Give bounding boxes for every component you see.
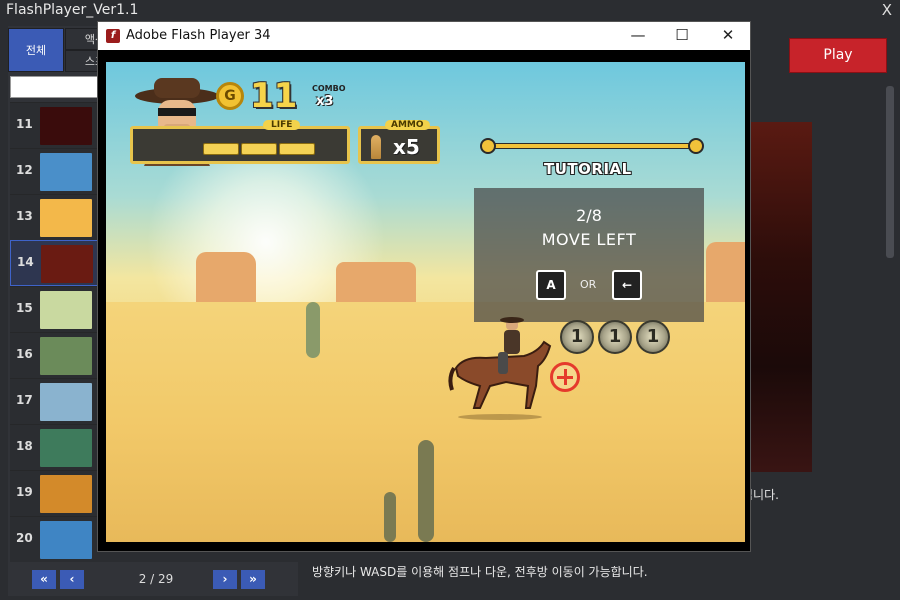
- detail-scrollbar[interactable]: [886, 86, 894, 258]
- list-item-number: 13: [16, 209, 33, 223]
- list-item-number: 18: [16, 439, 33, 453]
- tutorial-progress-end-knob: [688, 138, 704, 154]
- coin-count: 11: [250, 76, 298, 116]
- first-page-button[interactable]: «: [32, 570, 56, 589]
- mesa-rock: [196, 252, 256, 306]
- target-coin[interactable]: 1: [636, 320, 670, 354]
- next-page-button[interactable]: ›: [213, 570, 237, 589]
- tutorial-progress-start-knob: [480, 138, 496, 154]
- list-item-number: 14: [17, 255, 34, 269]
- cactus: [384, 492, 396, 542]
- life-label: LIFE: [263, 120, 301, 130]
- crosshair-icon: [550, 362, 580, 392]
- ammo-count: x5: [393, 135, 420, 159]
- game-thumbnail: [40, 429, 92, 467]
- key-left-arrow-icon: ←: [612, 270, 642, 300]
- last-page-button[interactable]: »: [241, 570, 265, 589]
- list-item-number: 19: [16, 485, 33, 499]
- game-thumbnail: [40, 521, 92, 559]
- life-segment: [203, 143, 239, 155]
- tutorial-title: TUTORIAL: [544, 160, 632, 178]
- list-item-number: 16: [16, 347, 33, 361]
- list-item-number: 15: [16, 301, 33, 315]
- game-thumbnail: [41, 245, 93, 283]
- tutorial-step: 2/8: [576, 206, 602, 225]
- play-button[interactable]: Play: [789, 38, 887, 73]
- mesa-rock: [706, 242, 745, 306]
- list-item-number: 20: [16, 531, 33, 545]
- tutorial-progress-bar: [480, 138, 704, 154]
- game-thumbnail: [40, 153, 92, 191]
- combo-value: x3: [316, 94, 334, 109]
- game-thumbnail: [40, 107, 92, 145]
- mesa-rock: [336, 262, 416, 306]
- pagination: « ‹ 2 / 29 › »: [8, 566, 298, 594]
- tutorial-instruction: MOVE LEFT: [541, 230, 637, 249]
- cowboy-on-horse-icon: [448, 317, 552, 409]
- page-indicator: 2 / 29: [138, 572, 174, 586]
- flash-logo-icon: f: [106, 29, 120, 43]
- game-canvas[interactable]: G 11 COMBO x3 LIFE AMMO x5 TUTORIAL 2/8 …: [106, 62, 745, 542]
- maximize-button[interactable]: ☐: [668, 26, 696, 44]
- game-thumbnail: [40, 199, 92, 237]
- target-coin[interactable]: 1: [598, 320, 632, 354]
- life-segment: [279, 143, 315, 155]
- app-title: FlashPlayer_Ver1.1: [6, 2, 139, 18]
- game-thumbnail: [40, 383, 92, 421]
- game-thumbnail: [40, 475, 92, 513]
- combo-label: COMBO: [312, 84, 346, 93]
- flash-close-button[interactable]: ✕: [714, 26, 742, 44]
- tab-all[interactable]: 전체: [8, 28, 64, 72]
- flash-title-bar: f Adobe Flash Player 34 — ☐ ✕: [98, 22, 750, 50]
- life-segment: [241, 143, 277, 155]
- tutorial-box: 2/8 MOVE LEFT A OR ←: [474, 188, 704, 322]
- life-panel: LIFE: [130, 120, 350, 164]
- list-item-number: 12: [16, 163, 33, 177]
- bullet-icon: [371, 135, 381, 159]
- game-thumbnail: [40, 337, 92, 375]
- ammo-panel: AMMO x5: [358, 120, 440, 164]
- target-coin[interactable]: 1: [560, 320, 594, 354]
- cactus: [418, 440, 434, 542]
- ammo-label: AMMO: [385, 120, 430, 130]
- game-thumbnail: [40, 291, 92, 329]
- coin-icon: G: [216, 82, 244, 110]
- app-close-button[interactable]: X: [882, 1, 892, 19]
- list-item-number: 17: [16, 393, 33, 407]
- tutorial-progress-track: [488, 143, 696, 149]
- minimize-button[interactable]: —: [624, 26, 652, 44]
- prev-page-button[interactable]: ‹: [60, 570, 84, 589]
- flash-window-title: Adobe Flash Player 34: [126, 28, 271, 43]
- flash-player-window: f Adobe Flash Player 34 — ☐ ✕ G 11 COMBO…: [97, 21, 751, 552]
- or-text: OR: [580, 278, 597, 291]
- controls-description-text: 방향키나 WASD를 이용해 점프나 다운, 전후방 이동이 가능합니다.: [312, 565, 648, 579]
- key-a-icon: A: [536, 270, 566, 300]
- cactus: [306, 302, 320, 358]
- list-item-number: 11: [16, 117, 33, 131]
- controls-description: 방향키나 WASD를 이용해 점프나 다운, 전후방 이동이 가능합니다.: [304, 558, 900, 594]
